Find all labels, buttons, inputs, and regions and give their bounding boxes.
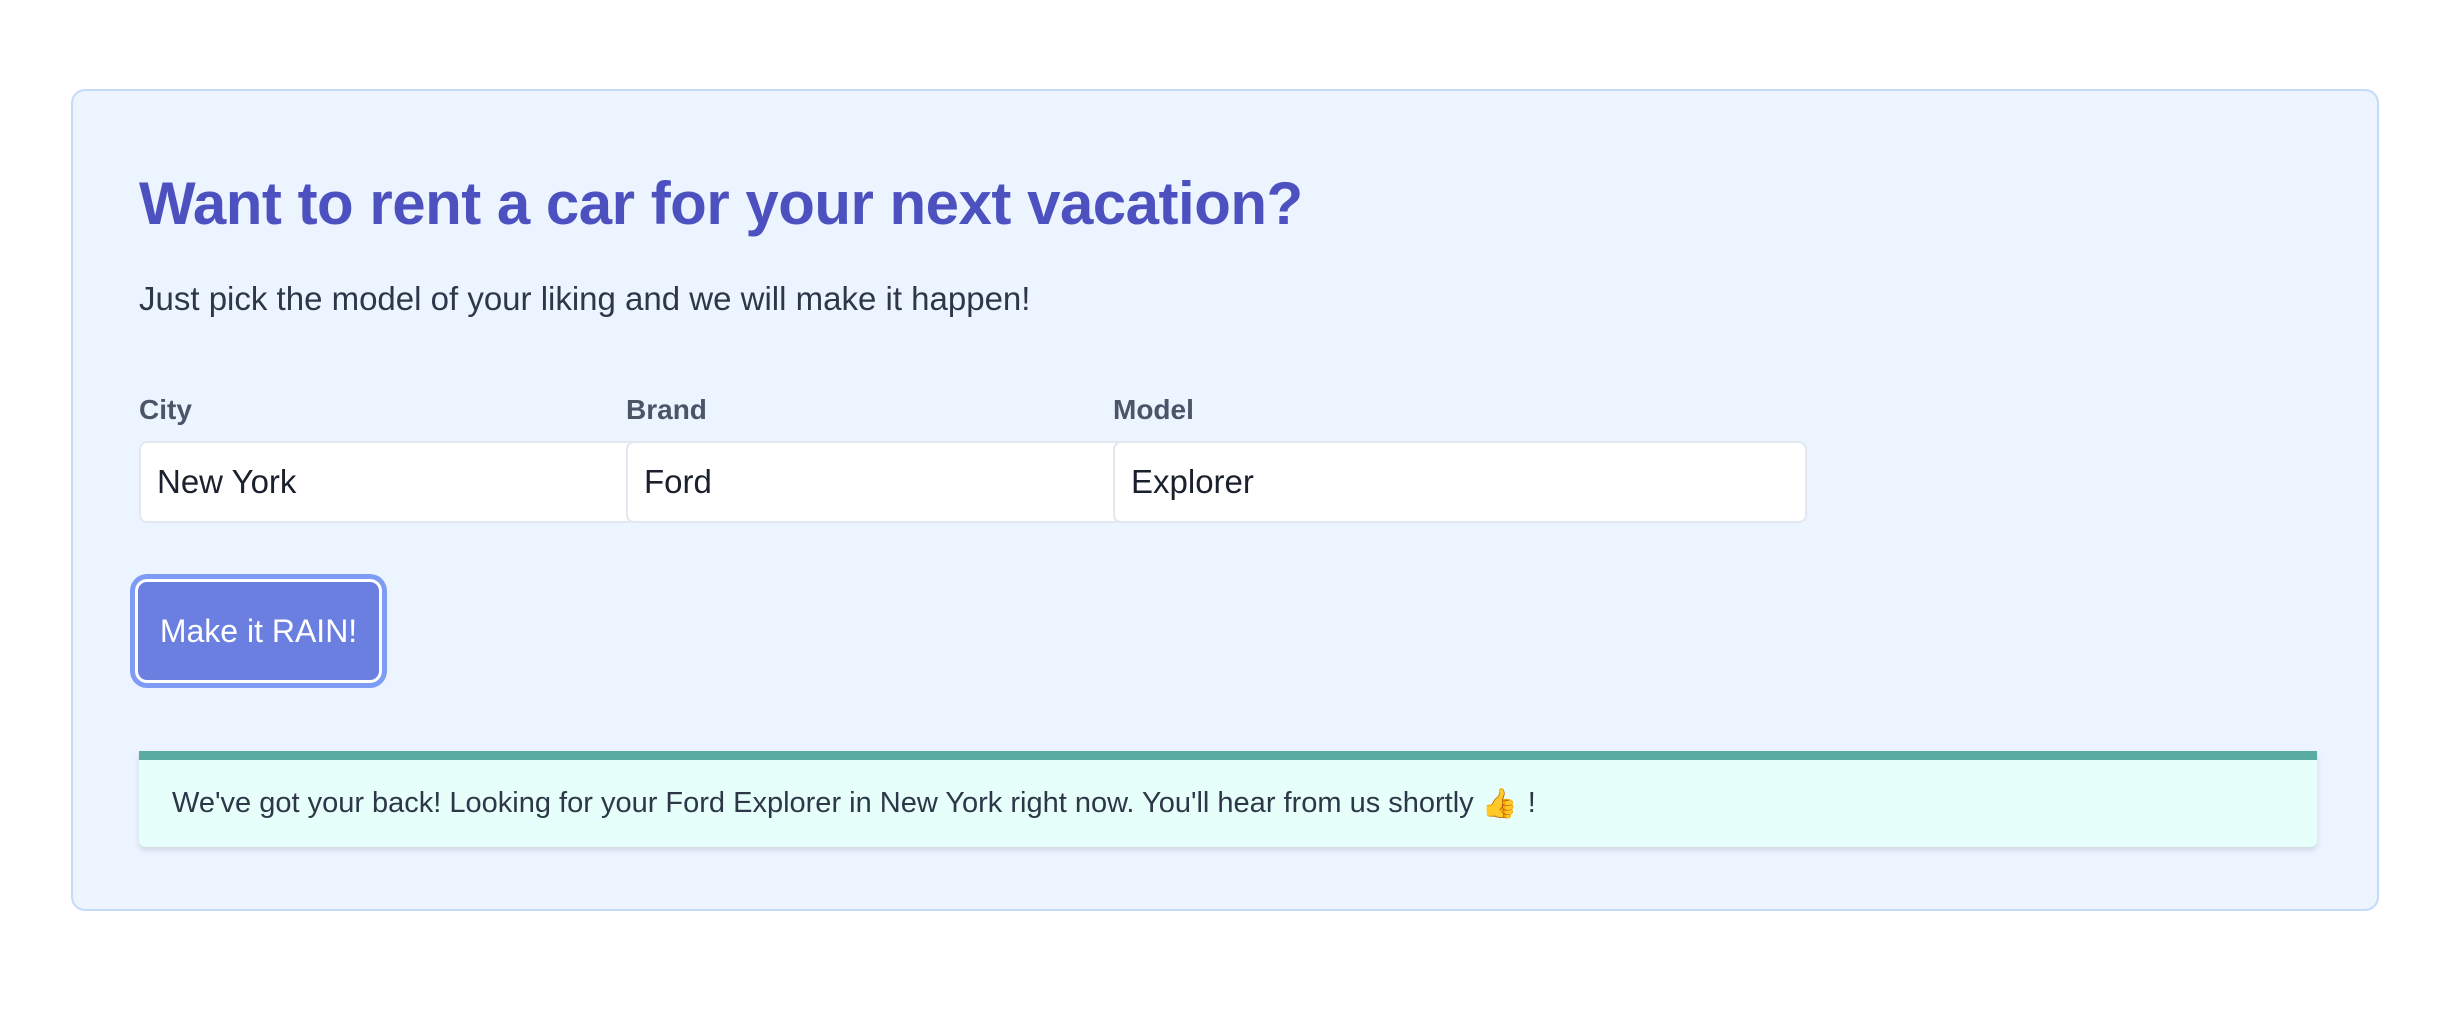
success-alert: We've got your back! Looking for your Fo… — [139, 751, 2317, 847]
thumbs-up-icon: 👍 — [1481, 787, 1518, 820]
rental-card: Want to rent a car for your next vacatio… — [71, 89, 2379, 911]
make-it-rain-button[interactable]: Make it RAIN! — [135, 579, 382, 683]
model-field-group: Model — [1113, 393, 1807, 523]
model-input[interactable] — [1113, 441, 1807, 523]
alert-suffix: ! — [1527, 787, 1536, 819]
page-subtitle: Just pick the model of your liking and w… — [139, 280, 1031, 317]
page-title: Want to rent a car for your next vacatio… — [139, 170, 1303, 237]
alert-message: We've got your back! Looking for your Fo… — [172, 787, 1474, 819]
model-label: Model — [1113, 394, 1194, 425]
